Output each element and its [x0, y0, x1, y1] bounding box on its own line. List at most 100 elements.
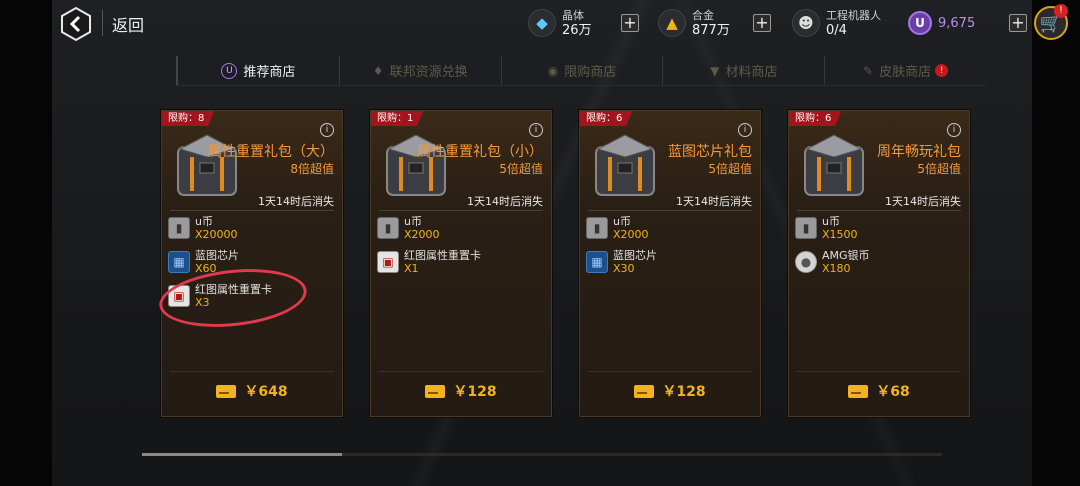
crystal-icon: ◆	[528, 9, 556, 37]
purchase-limit-badge: 限购：6	[789, 111, 842, 126]
purchase-limit-badge: 限购：8	[162, 111, 215, 126]
tab-label: 皮肤商店	[879, 65, 932, 80]
package-card[interactable]: 限购：1 i 属性重置礼包（小） 5倍超值 1天14时后消失 ▮ u币 X2000…	[370, 110, 552, 417]
tab-label: 材料商店	[725, 65, 778, 80]
left-letterbox	[0, 0, 52, 486]
expire-timer: 1天14时后消失	[885, 195, 961, 208]
price: ￥128	[453, 384, 497, 400]
ucoin-icon: ▮	[377, 217, 399, 239]
package-title: 属性重置礼包（大）	[208, 144, 334, 160]
add-ucoin-button[interactable]: +	[1009, 14, 1027, 32]
list-item: ● AMG银币 X180	[795, 249, 965, 282]
reset-card-icon: ▣	[377, 251, 399, 273]
payment-card-icon	[216, 384, 237, 398]
list-item: ▮ u币 X20000	[168, 215, 338, 248]
cart-button[interactable]: 🛒 !	[1034, 4, 1068, 40]
expire-timer: 1天14时后消失	[676, 195, 752, 208]
medal-icon: ◉	[547, 63, 559, 78]
item-qty: X30	[613, 262, 635, 275]
ucoin-icon: U	[908, 11, 932, 35]
item-name: AMG银币	[822, 249, 870, 262]
add-alloy-button[interactable]: +	[753, 14, 771, 32]
chest-icon	[595, 134, 655, 196]
list-item: ▦ 蓝图芯片 X30	[586, 249, 756, 282]
list-item: ▮ u币 X2000	[377, 215, 547, 248]
item-name: u币	[613, 215, 631, 228]
info-icon[interactable]: i	[320, 123, 334, 137]
cart-badge: !	[1054, 4, 1068, 18]
buy-button[interactable]: ￥128	[371, 380, 551, 402]
info-icon[interactable]: i	[947, 123, 961, 137]
item-name: u币	[404, 215, 422, 228]
package-card[interactable]: 限购：6 i 周年畅玩礼包 5倍超值 1天14时后消失 ▮ u币 X1500 ● …	[788, 110, 970, 417]
tab-skin-shop[interactable]: ✎ 皮肤商店 !	[824, 56, 986, 85]
payment-card-icon	[634, 384, 655, 398]
value-multiplier: 5倍超值	[917, 162, 961, 176]
info-icon[interactable]: i	[529, 123, 543, 137]
resource-value: 0/4	[826, 23, 847, 38]
chip-icon: ▦	[168, 251, 190, 273]
list-item: ▣ 红图属性重置卡 X1	[377, 249, 547, 282]
price: ￥128	[662, 384, 706, 400]
package-title: 周年畅玩礼包	[877, 144, 961, 160]
divider	[379, 210, 543, 211]
scrollbar-thumb[interactable]	[142, 453, 342, 456]
item-qty: X2000	[613, 228, 649, 241]
resource-ucoin: U 9,675	[908, 6, 975, 40]
right-letterbox	[1032, 0, 1080, 486]
divider	[588, 371, 752, 372]
purchase-limit-badge: 限购：6	[580, 111, 633, 126]
resource-label: 工程机器人	[826, 9, 881, 22]
value-multiplier: 5倍超值	[499, 162, 543, 176]
ucoin-icon: ▮	[795, 217, 817, 239]
resource-label: 合金	[692, 9, 714, 22]
tab-recommended[interactable]: U 推荐商店	[176, 56, 339, 85]
item-name: 红图属性重置卡	[404, 249, 481, 262]
info-icon[interactable]: i	[738, 123, 752, 137]
tab-material-shop[interactable]: ▼ 材料商店	[662, 56, 824, 85]
chest-icon	[386, 134, 446, 196]
ucoin-icon: ▮	[168, 217, 190, 239]
payment-card-icon	[425, 384, 446, 398]
item-qty: X1500	[822, 228, 858, 241]
divider	[170, 371, 334, 372]
buy-button[interactable]: ￥648	[162, 380, 342, 402]
back-label[interactable]: 返回	[112, 12, 144, 36]
tab-federation-exchange[interactable]: ♦ 联邦资源兑换	[338, 56, 501, 85]
expire-timer: 1天14时后消失	[258, 195, 334, 208]
back-button[interactable]	[58, 6, 94, 42]
divider	[102, 10, 103, 36]
back-arrow-icon	[61, 6, 91, 42]
package-card[interactable]: 限购：8 i 属性重置礼包（大） 8倍超值 1天14时后消失 ▮ u币 X2000…	[161, 110, 343, 417]
package-title: 属性重置礼包（小）	[417, 144, 543, 160]
item-qty: X20000	[195, 228, 238, 241]
chest-icon	[804, 134, 864, 196]
expire-timer: 1天14时后消失	[467, 195, 543, 208]
value-multiplier: 5倍超值	[708, 162, 752, 176]
item-name: u币	[195, 215, 213, 228]
tab-label: 联邦资源兑换	[389, 65, 468, 80]
resource-crystal: ◆ 晶体 26万	[528, 6, 592, 40]
package-card[interactable]: 限购：6 i 蓝图芯片礼包 5倍超值 1天14时后消失 ▮ u币 X2000 ▦ …	[579, 110, 761, 417]
divider	[379, 371, 543, 372]
value-multiplier: 8倍超值	[290, 162, 334, 176]
item-name: u币	[822, 215, 840, 228]
item-qty: X1	[404, 262, 419, 275]
purchase-limit-badge: 限购：1	[371, 111, 424, 126]
divider	[797, 371, 961, 372]
ucoin-tab-icon: U	[221, 62, 238, 79]
alloy-icon: ▲	[658, 9, 686, 37]
tab-limited-shop[interactable]: ◉ 限购商店	[500, 56, 663, 85]
top-bar: 返回 ◆ 晶体 26万 + ▲ 合金 877万 + ☻ 工程机器人 0/4 U …	[52, 0, 1080, 46]
tab-label: 推荐商店	[243, 65, 296, 80]
buy-button[interactable]: ￥128	[580, 380, 760, 402]
notification-badge: !	[935, 64, 949, 77]
add-crystal-button[interactable]: +	[621, 14, 639, 32]
buy-button[interactable]: ￥68	[789, 380, 969, 402]
price: ￥68	[876, 384, 910, 400]
item-qty: X2000	[404, 228, 440, 241]
ucoin-icon: ▮	[586, 217, 608, 239]
divider	[170, 210, 334, 211]
shop-tabs: U 推荐商店 ♦ 联邦资源兑换 ◉ 限购商店 ▼ 材料商店 ✎ 皮肤商店 !	[176, 56, 986, 86]
package-title: 蓝图芯片礼包	[668, 144, 752, 160]
